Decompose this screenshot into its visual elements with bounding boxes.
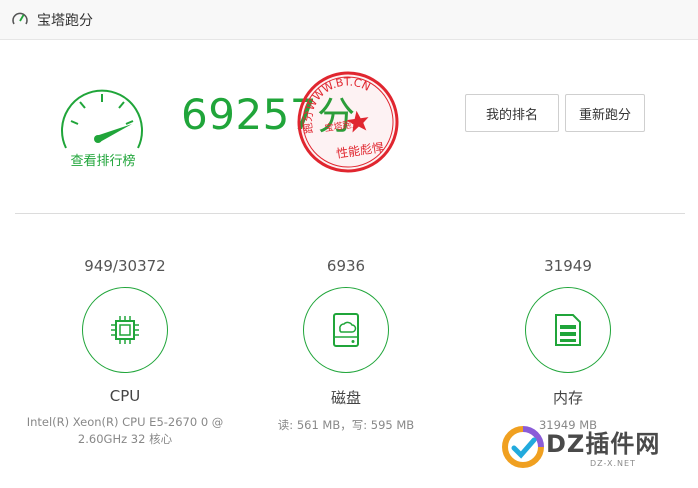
disk-description: 读: 561 MB，写: 595 MB [277, 418, 415, 432]
cpu-desc-line1: Intel(R) Xeon(R) CPU E5-2670 0 @ [26, 415, 224, 429]
divider [15, 213, 685, 214]
title-bar: 宝塔跑分 [0, 0, 698, 40]
my-rank-button[interactable]: 我的排名 [465, 94, 559, 132]
memory-metric: 31949 内存 31949 MB [458, 255, 678, 434]
dz-watermark: DZ插件网 DZ-X.NET [496, 414, 696, 480]
cpu-chip-icon [111, 316, 139, 344]
memory-doc-icon [555, 314, 581, 346]
watermark-sub: DZ-X.NET [590, 459, 636, 468]
cpu-desc-line2: 2.60GHz 32 核心 [77, 432, 173, 446]
memory-label: 内存 [552, 389, 583, 407]
leaderboard-link[interactable]: 查看排行榜 [60, 150, 146, 169]
cpu-description: Intel(R) Xeon(R) CPU E5-2670 0 @ 2.60GHz… [15, 414, 235, 448]
disk-label: 磁盘 [330, 389, 361, 407]
disk-circle [303, 287, 389, 373]
disk-drive-icon [333, 313, 359, 347]
bt-stamp: 跑分WWW.BT.CN 宝塔跑分 性能彪悍 [296, 71, 399, 173]
disk-score: 6936 [326, 257, 366, 275]
cpu-metric: 949/30372 CPU Intel(R) Xeon(R) CPU E5-26… [15, 255, 235, 448]
window-title: 宝塔跑分 [37, 13, 93, 29]
cpu-label: CPU [109, 387, 141, 405]
cpu-circle [82, 287, 168, 373]
rerun-benchmark-button[interactable]: 重新跑分 [565, 94, 645, 132]
dz-logo-icon [502, 426, 544, 468]
memory-circle [525, 287, 611, 373]
cpu-score: 949/30372 [84, 257, 166, 275]
gauge-icon[interactable] [56, 86, 148, 156]
speedometer-icon [12, 12, 28, 25]
watermark-text: DZ插件网 [546, 430, 661, 458]
disk-metric: 6936 磁盘 读: 561 MB，写: 595 MB [236, 255, 456, 434]
memory-score: 31949 [544, 257, 592, 275]
